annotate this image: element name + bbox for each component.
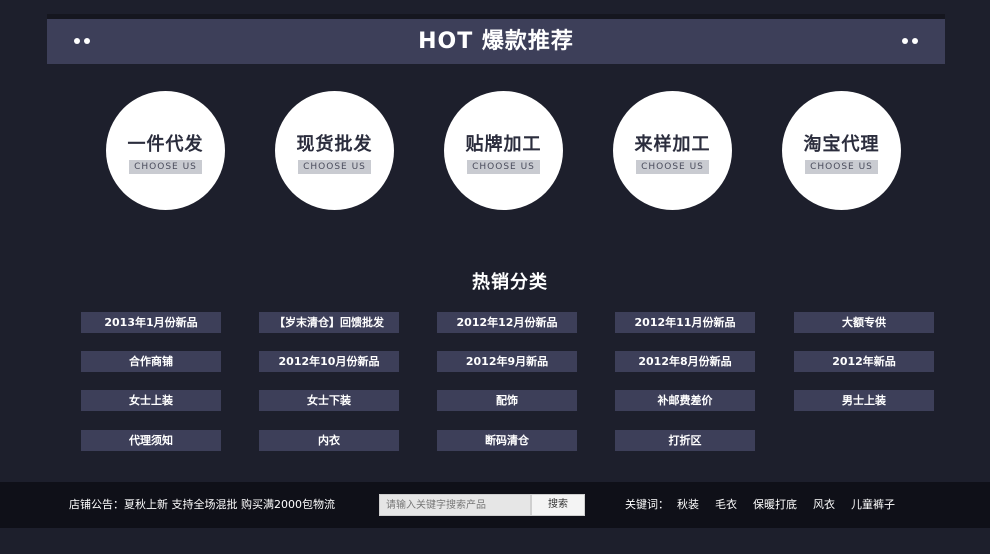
service-circle-2[interactable]: 贴牌加工 CHOOSE US [444, 91, 563, 210]
category-button[interactable]: 大额专供 [794, 312, 934, 333]
category-button[interactable]: 女士上装 [81, 390, 221, 411]
dots-icon [902, 38, 918, 44]
keyword-link[interactable]: 秋装 [677, 482, 699, 528]
category-button[interactable]: 2012年8月份新品 [615, 351, 755, 372]
service-title: 贴牌加工 [465, 133, 542, 155]
banner-title: HOT 爆款推荐 [418, 29, 574, 54]
keyword-link[interactable]: 风衣 [813, 482, 835, 528]
hot-banner: HOT 爆款推荐 [47, 19, 945, 64]
shop-notice: 店铺公告：夏秋上新 支持全场混批 购买满2000包物流 [69, 498, 335, 511]
category-button[interactable]: 女士下装 [259, 390, 399, 411]
service-circle-3[interactable]: 来样加工 CHOOSE US [613, 91, 732, 210]
category-button[interactable]: 断码清仓 [437, 430, 577, 451]
category-button[interactable]: 代理须知 [81, 430, 221, 451]
service-circle-1[interactable]: 现货批发 CHOOSE US [275, 91, 394, 210]
category-button[interactable]: 2012年11月份新品 [615, 312, 755, 333]
category-button[interactable]: 配饰 [437, 390, 577, 411]
keywords-label: 关键词： [625, 498, 669, 511]
category-button[interactable]: 内衣 [259, 430, 399, 451]
service-subtitle: CHOOSE US [636, 159, 709, 174]
category-button[interactable]: 男士上装 [794, 390, 934, 411]
category-button[interactable]: 2012年新品 [794, 351, 934, 372]
category-button[interactable]: 2013年1月份新品 [81, 312, 221, 333]
service-title: 一件代发 [127, 133, 204, 155]
category-button[interactable]: 2012年10月份新品 [259, 351, 399, 372]
service-subtitle: CHOOSE US [467, 159, 540, 174]
keyword-link[interactable]: 保暖打底 [753, 482, 797, 528]
category-button[interactable]: 合作商铺 [81, 351, 221, 372]
service-title: 现货批发 [296, 133, 373, 155]
search-input[interactable] [379, 494, 531, 516]
search-button[interactable]: 搜索 [531, 494, 585, 516]
keyword-link[interactable]: 儿童裤子 [851, 482, 895, 528]
category-button[interactable]: 【岁末清仓】回馈批发 [259, 312, 399, 333]
category-button[interactable]: 2012年9月新品 [437, 351, 577, 372]
category-button[interactable]: 2012年12月份新品 [437, 312, 577, 333]
service-title: 来样加工 [634, 133, 711, 155]
service-circle-0[interactable]: 一件代发 CHOOSE US [106, 91, 225, 210]
hot-categories-title: 热销分类 [472, 272, 548, 293]
category-button[interactable]: 补邮费差价 [615, 390, 755, 411]
service-circle-4[interactable]: 淘宝代理 CHOOSE US [782, 91, 901, 210]
service-subtitle: CHOOSE US [298, 159, 371, 174]
category-button[interactable]: 打折区 [615, 430, 755, 451]
service-subtitle: CHOOSE US [129, 159, 202, 174]
keyword-link[interactable]: 毛衣 [715, 482, 737, 528]
service-title: 淘宝代理 [803, 133, 880, 155]
footer-bar: 店铺公告：夏秋上新 支持全场混批 购买满2000包物流 搜索 关键词： 秋装 毛… [0, 482, 990, 528]
service-subtitle: CHOOSE US [805, 159, 878, 174]
